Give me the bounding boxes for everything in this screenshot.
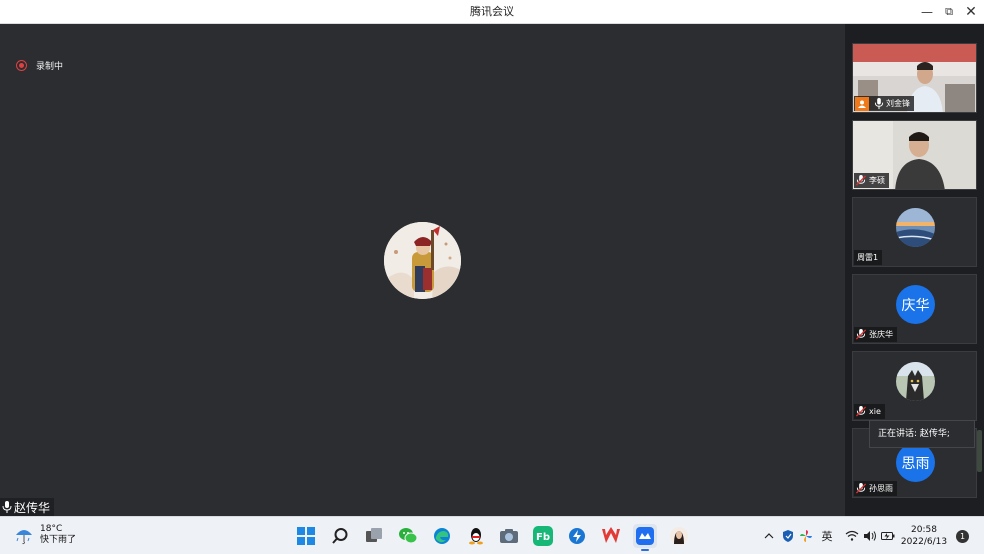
taskbar-app-qq[interactable] — [464, 524, 488, 548]
taskbar-app-camera[interactable] — [497, 524, 521, 548]
fb-app-icon: Fb — [533, 526, 553, 546]
taskbar-search-button[interactable] — [328, 524, 352, 548]
wechat-icon — [399, 528, 418, 544]
participant-label: 张庆华 — [854, 327, 897, 342]
windows-logo-icon — [297, 527, 315, 545]
participant-initials-avatar: 思雨 — [896, 443, 935, 482]
participant-label: xie — [854, 404, 885, 419]
participant-name: xie — [869, 407, 881, 416]
microphone-muted-icon — [855, 483, 867, 494]
meeting-app: 腾讯会议 — ⧉ ✕ 录制中 赵传华 刘金锋 李硕 周雷1 庆华 张庆华 xie… — [0, 0, 984, 554]
microphone-muted-icon — [855, 175, 867, 186]
taskbar-app-wps[interactable] — [599, 524, 623, 548]
recording-indicator[interactable]: 录制中 — [16, 58, 63, 72]
participant-label: 孙思雨 — [854, 481, 897, 496]
participant-tile[interactable]: 刘金锋 — [852, 43, 977, 113]
participant-label: 周雷1 — [854, 250, 883, 265]
participant-initials-avatar: 庆华 — [896, 285, 935, 324]
wps-office-icon — [602, 527, 620, 543]
taskbar-app-wechat[interactable] — [396, 524, 420, 548]
edge-browser-icon — [434, 528, 450, 544]
speaking-tooltip: 正在讲话: 赵传华; — [869, 420, 975, 448]
participant-avatar — [896, 362, 935, 401]
svg-text:Fb: Fb — [536, 532, 550, 543]
panel-scrollbar[interactable] — [977, 430, 982, 472]
participant-name: 刘金锋 — [886, 99, 910, 108]
participant-avatar — [896, 208, 935, 247]
participant-tile[interactable]: 周雷1 — [852, 197, 977, 267]
volume-icon — [864, 531, 876, 541]
tray-app[interactable] — [798, 526, 814, 546]
microphone-muted-icon — [855, 406, 867, 417]
battery-charging-icon — [881, 532, 895, 540]
qq-penguin-icon — [469, 528, 483, 545]
tray-wifi[interactable] — [844, 526, 860, 546]
taskbar-app-tencent-meeting[interactable] — [633, 524, 657, 551]
taskbar-app-photo[interactable] — [667, 524, 691, 548]
task-view-button[interactable] — [362, 524, 386, 548]
microphone-muted-icon — [855, 329, 867, 340]
active-app-indicator — [641, 549, 649, 551]
task-view-icon — [366, 528, 382, 542]
clock-date: 2022/6/13 — [900, 537, 948, 547]
lightning-app-icon — [569, 528, 585, 544]
participant-tile[interactable]: xie — [852, 351, 977, 421]
main-video-stage[interactable]: 录制中 赵传华 — [0, 24, 845, 516]
participant-name: 李硕 — [869, 176, 885, 185]
weather-description: 快下雨了 — [40, 535, 77, 545]
window-title: 腾讯会议 — [470, 5, 514, 18]
participant-name: 张庆华 — [869, 330, 893, 339]
tencent-meeting-icon — [636, 527, 654, 545]
wifi-icon — [845, 530, 859, 541]
input-method-indicator[interactable]: 英 — [816, 526, 838, 546]
pinwheel-icon — [800, 530, 812, 542]
umbrella-rain-icon — [16, 530, 32, 545]
active-speaker-name: 赵传华 — [14, 500, 51, 515]
search-icon — [332, 528, 348, 544]
record-icon — [16, 59, 27, 71]
recording-label: 录制中 — [36, 61, 64, 72]
tray-shield[interactable] — [780, 526, 796, 546]
participant-label: 李硕 — [854, 173, 889, 188]
camera-icon — [500, 529, 518, 543]
speaker-avatar — [384, 222, 461, 299]
weather-widget[interactable]: 18°C 快下雨了 — [14, 524, 76, 546]
taskbar: 18°C 快下雨了 Fb 英 20:58 2022/6/13 1 — [0, 516, 984, 554]
chevron-up-icon — [764, 533, 774, 539]
participant-label: 刘金锋 — [854, 96, 914, 111]
participant-tile[interactable]: 庆华 张庆华 — [852, 274, 977, 344]
taskbar-app-feishu[interactable]: Fb — [531, 524, 555, 548]
notification-badge[interactable]: 1 — [956, 530, 969, 543]
title-bar: 腾讯会议 — ⧉ ✕ — [0, 0, 984, 24]
participant-name: 孙思雨 — [869, 484, 893, 493]
clock-time: 20:58 — [911, 525, 937, 535]
microphone-icon — [2, 501, 12, 513]
participant-name: 周雷1 — [857, 253, 879, 262]
system-clock[interactable]: 20:58 2022/6/13 — [898, 524, 950, 548]
taskbar-app-edge[interactable] — [430, 524, 454, 548]
close-button[interactable]: ✕ — [956, 0, 984, 24]
start-button[interactable] — [294, 524, 318, 548]
shield-icon — [783, 530, 793, 542]
tray-volume[interactable] — [862, 526, 878, 546]
profile-photo-icon — [670, 527, 688, 545]
weather-temperature: 18°C — [40, 524, 63, 534]
show-hidden-icons-button[interactable] — [762, 526, 776, 546]
taskbar-app-lightning[interactable] — [565, 524, 589, 548]
user-icon — [855, 96, 869, 111]
active-speaker-label: 赵传华 — [0, 498, 55, 516]
tray-battery[interactable] — [880, 526, 896, 546]
microphone-icon — [874, 98, 884, 109]
participant-tile[interactable]: 李硕 — [852, 120, 977, 190]
